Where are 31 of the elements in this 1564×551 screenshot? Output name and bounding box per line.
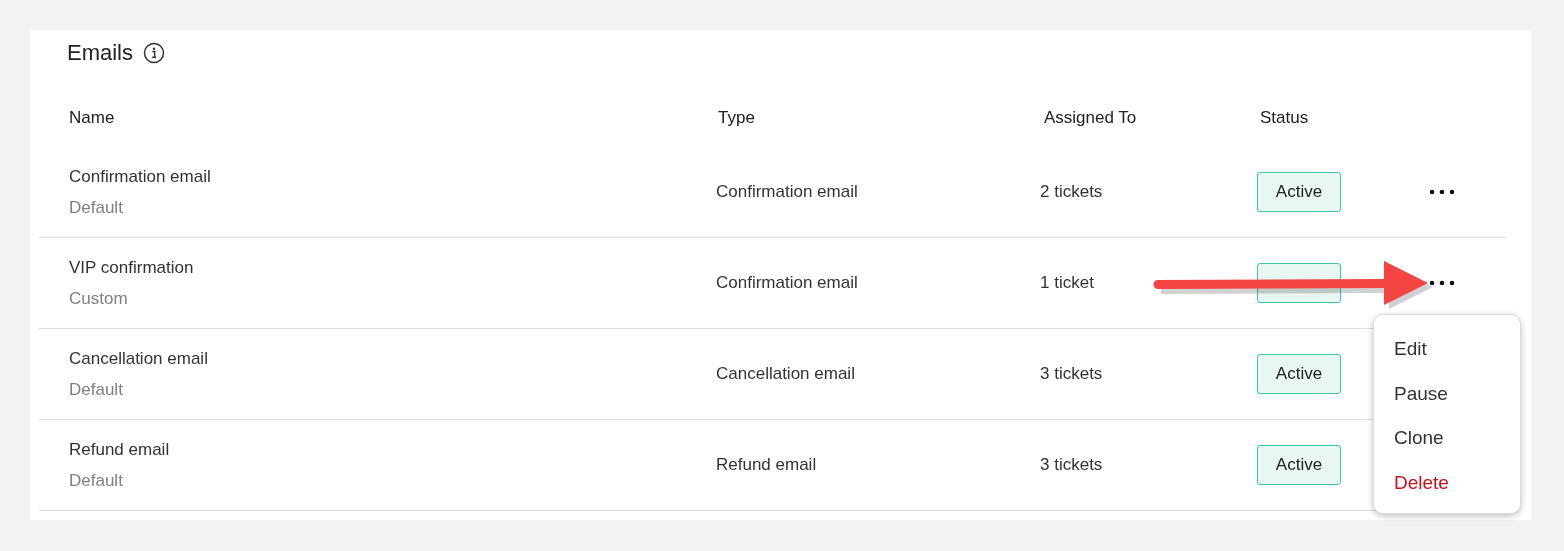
assigned-count: 1 ticket [1040,273,1095,293]
menu-item[interactable]: Edit [1374,335,1520,380]
menu-item[interactable]: Pause [1374,379,1520,424]
menu-item[interactable]: Clone [1374,424,1520,469]
email-type: Refund email [716,455,818,475]
email-type: Confirmation email [716,273,859,293]
column-header: Type [717,107,756,128]
status-badge: Active [1257,354,1341,394]
section-title: Emails [67,40,133,66]
email-name: VIP confirmation [69,257,195,278]
column-header: Name [68,107,116,128]
email-variant: Custom [69,288,129,309]
info-icon[interactable] [143,42,165,64]
email-variant: Default [69,470,124,491]
email-variant: Default [69,379,124,400]
column-header: Assigned To [1043,107,1138,128]
status-badge: Active [1257,445,1341,485]
assigned-count: 3 tickets [1040,364,1104,384]
assigned-count: 3 tickets [1040,455,1104,475]
email-name: Cancellation email [69,348,209,369]
email-variant: Default [69,197,124,218]
email-name: Refund email [69,439,171,460]
email-type: Cancellation email [716,364,856,384]
more-icon[interactable] [1429,189,1455,195]
status-badge: Active [1257,172,1341,212]
column-header: Status [1259,107,1310,128]
assigned-count: 2 tickets [1040,182,1104,202]
email-name: Confirmation email [69,166,212,187]
menu-item[interactable]: Delete [1374,468,1520,513]
email-type: Confirmation email [716,182,859,202]
more-icon[interactable] [1429,280,1455,286]
